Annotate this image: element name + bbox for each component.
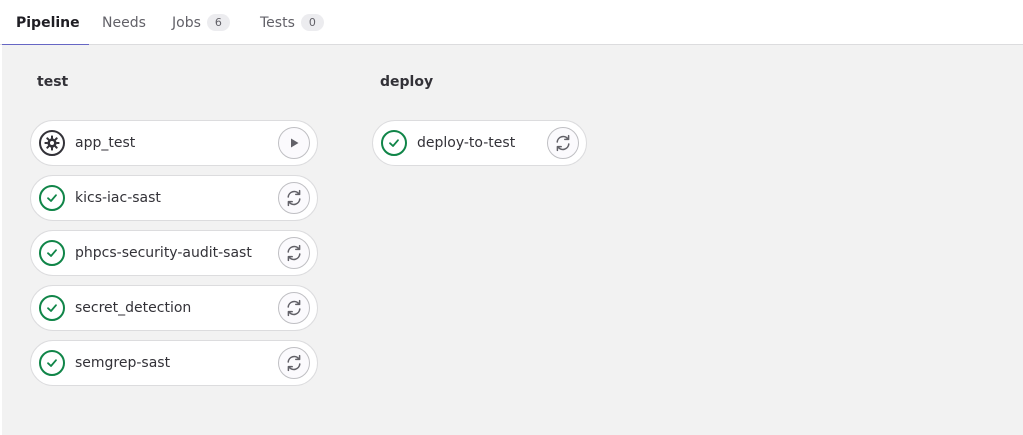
tests-count-badge: 0 (300, 14, 324, 31)
job-secret-detection[interactable]: secret_detection (30, 285, 318, 331)
job-name: app_test (75, 135, 136, 151)
job-name: phpcs-security-audit-sast (75, 245, 252, 261)
job-app-test[interactable]: app_test (30, 120, 318, 166)
tab-tests-label: Tests (260, 14, 295, 31)
job-semgrep-sast[interactable]: semgrep-sast (30, 340, 318, 386)
pipeline-tabs: Pipeline Needs Jobs 6 Tests 0 (0, 0, 1023, 46)
check-icon (47, 359, 57, 367)
stage-title-deploy: deploy (380, 74, 434, 90)
play-button[interactable] (278, 127, 310, 159)
success-status-icon (39, 295, 65, 321)
retry-icon (287, 244, 301, 262)
check-icon (389, 139, 399, 147)
job-deploy-to-test[interactable]: deploy-to-test (372, 120, 587, 166)
retry-button[interactable] (278, 347, 310, 379)
job-phpcs-security-audit-sast[interactable]: phpcs-security-audit-sast (30, 230, 318, 276)
tab-jobs-label: Jobs (172, 14, 201, 31)
stage-title-test: test (37, 74, 69, 90)
retry-icon (287, 354, 301, 372)
tab-tests[interactable]: Tests 0 (260, 0, 324, 45)
retry-icon (556, 134, 570, 152)
job-name: deploy-to-test (417, 135, 516, 151)
job-name: kics-iac-sast (75, 190, 161, 206)
check-icon (47, 194, 57, 202)
retry-icon (287, 189, 301, 207)
job-name: semgrep-sast (75, 355, 171, 371)
success-status-icon (39, 240, 65, 266)
tab-needs[interactable]: Needs (102, 0, 146, 45)
check-icon (47, 304, 57, 312)
pipeline-graph: test app_test kics-iac-sast phpcs-securi… (2, 45, 1023, 435)
tab-jobs[interactable]: Jobs 6 (172, 0, 230, 45)
retry-icon (287, 299, 301, 317)
retry-button[interactable] (278, 237, 310, 269)
retry-button[interactable] (278, 292, 310, 324)
gear-icon (44, 135, 60, 151)
jobs-count-badge: 6 (206, 14, 230, 31)
retry-button[interactable] (547, 127, 579, 159)
success-status-icon (39, 185, 65, 211)
retry-button[interactable] (278, 182, 310, 214)
check-icon (47, 249, 57, 257)
job-name: secret_detection (75, 300, 192, 316)
manual-status-icon (39, 130, 65, 156)
job-kics-iac-sast[interactable]: kics-iac-sast (30, 175, 318, 221)
tab-needs-label: Needs (102, 14, 146, 31)
tab-pipeline-label: Pipeline (16, 14, 80, 31)
play-icon (291, 138, 299, 148)
tab-pipeline[interactable]: Pipeline (2, 0, 89, 46)
success-status-icon (39, 350, 65, 376)
success-status-icon (381, 130, 407, 156)
